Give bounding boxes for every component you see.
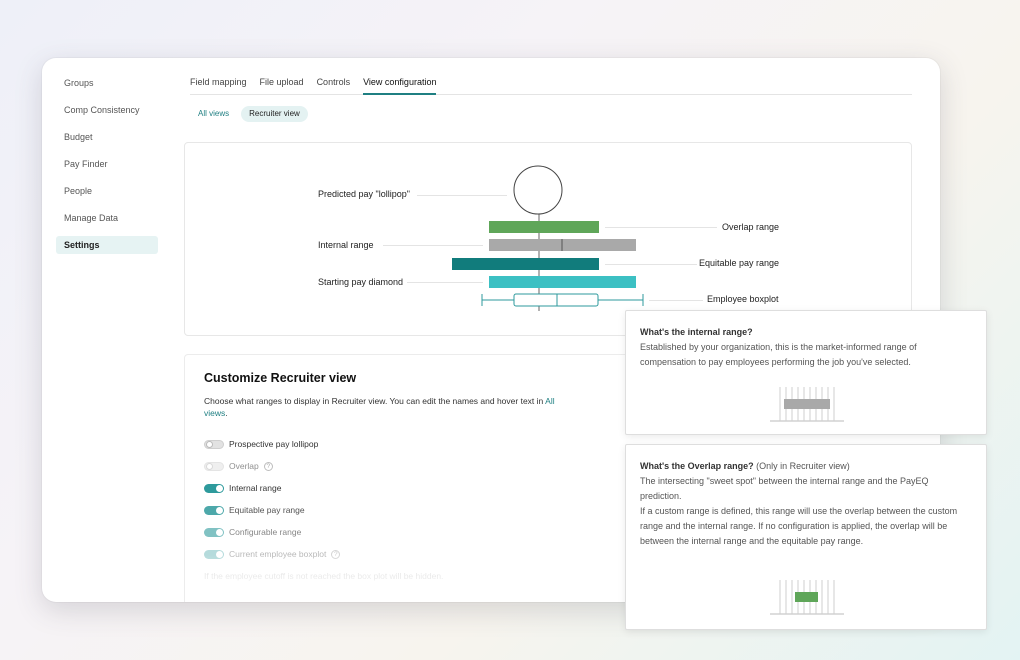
starting-pay-bar	[489, 276, 636, 288]
overlap-range-bar	[489, 221, 599, 233]
tooltip-internal-range: What's the internal range? Established b…	[625, 310, 987, 435]
tooltip-overlap-body: What's the Overlap range? (Only in Recru…	[640, 459, 970, 549]
sidebar-item-people[interactable]: People	[56, 182, 158, 200]
toggle-label: Current employee boxplot	[229, 549, 327, 559]
tooltip-internal-text: Established by your organization, this i…	[640, 342, 917, 367]
tooltip-internal-title: What's the internal range?	[640, 327, 753, 337]
view-chips: All views Recruiter view	[190, 106, 312, 122]
toggle-equitable-pay-range[interactable]	[204, 505, 224, 515]
toggle-label: Internal range	[229, 483, 282, 493]
internal-range-illustration	[770, 387, 844, 422]
sidebar-item-groups[interactable]: Groups	[56, 74, 158, 92]
toggle-overlap[interactable]	[204, 461, 224, 471]
help-icon[interactable]: ?	[263, 461, 273, 471]
toggle-row-equitable-pay-range: Equitable pay range	[204, 505, 305, 515]
label-equitable-pay-range: Equitable pay range	[699, 258, 780, 268]
toggle-internal-range[interactable]	[204, 483, 224, 493]
leader-line	[417, 195, 507, 196]
label-predicted-pay-lollipop: Predicted pay "lollipop"	[318, 189, 410, 199]
toggle-row-prospective-pay-lollipop: Prospective pay lollipop	[204, 439, 318, 449]
leader-line	[605, 227, 717, 228]
employee-boxplot	[481, 293, 644, 307]
toggle-configurable-range[interactable]	[204, 527, 224, 537]
chip-all-views[interactable]: All views	[190, 106, 237, 122]
leader-line	[605, 264, 697, 265]
tab-view-configuration[interactable]: View configuration	[363, 76, 437, 95]
sidebar-item-budget[interactable]: Budget	[56, 128, 158, 146]
toggle-label: Configurable range	[229, 527, 302, 537]
customize-description: Choose what ranges to display in Recruit…	[204, 395, 564, 419]
sidebar-nav: Groups Comp Consistency Budget Pay Finde…	[56, 72, 158, 263]
customize-desc-end: .	[225, 408, 228, 418]
tooltip-overlap-text-1: The intersecting "sweet spot" between th…	[640, 476, 929, 501]
toggle-label: Overlap	[229, 461, 259, 471]
tab-field-mapping[interactable]: Field mapping	[190, 76, 247, 95]
tooltip-overlap-title-suffix: (Only in Recruiter view)	[753, 461, 850, 471]
label-internal-range: Internal range	[318, 240, 374, 250]
toggle-label: Equitable pay range	[229, 505, 305, 515]
toggle-row-configurable-range: Configurable range	[204, 527, 301, 537]
help-icon[interactable]: ?	[331, 549, 341, 559]
sidebar-item-pay-finder[interactable]: Pay Finder	[56, 155, 158, 173]
label-employee-boxplot: Employee boxplot	[707, 294, 779, 304]
recruiter-view-preview: Predicted pay "lollipop" Internal range …	[184, 142, 912, 336]
toggle-prospective-pay-lollipop[interactable]	[204, 439, 224, 449]
label-overlap-range: Overlap range	[722, 222, 780, 232]
range-diagram	[452, 165, 644, 311]
tab-controls[interactable]: Controls	[317, 76, 351, 95]
customize-desc-text: Choose what ranges to display in Recruit…	[204, 396, 544, 406]
cutoff-note: If the employee cutoff is not reached th…	[204, 571, 443, 581]
tooltip-overlap-title: What's the Overlap range?	[640, 461, 754, 471]
label-starting-pay-diamond: Starting pay diamond	[318, 277, 404, 287]
toggle-current-employee-boxplot[interactable]	[204, 549, 224, 559]
toggle-row-internal-range: Internal range	[204, 483, 281, 493]
customize-title: Customize Recruiter view	[204, 371, 357, 385]
toggle-row-overlap: Overlap ?	[204, 461, 273, 471]
tooltip-overlap-text-2: If a custom range is defined, this range…	[640, 506, 958, 546]
sidebar-item-settings[interactable]: Settings	[56, 236, 158, 254]
sidebar-item-comp-consistency[interactable]: Comp Consistency	[56, 101, 158, 119]
leader-line	[407, 282, 483, 283]
toggle-row-current-employee-boxplot: Current employee boxplot ?	[204, 549, 341, 559]
leader-line	[383, 245, 483, 246]
lollipop-circle	[513, 165, 563, 215]
tooltip-internal-body: What's the internal range? Established b…	[640, 325, 970, 370]
tooltip-overlap-range: What's the Overlap range? (Only in Recru…	[625, 444, 987, 630]
tab-file-upload[interactable]: File upload	[260, 76, 304, 95]
sidebar-item-manage-data[interactable]: Manage Data	[56, 209, 158, 227]
toggle-label: Prospective pay lollipop	[229, 439, 319, 449]
cutoff-note-text: If the employee cutoff is not reached th…	[204, 571, 444, 581]
equitable-pay-range-bar	[452, 258, 599, 270]
overlap-range-illustration	[770, 580, 844, 615]
chip-recruiter-view[interactable]: Recruiter view	[241, 106, 308, 122]
leader-line	[649, 300, 703, 301]
settings-tabs: Field mapping File upload Controls View …	[190, 76, 912, 95]
